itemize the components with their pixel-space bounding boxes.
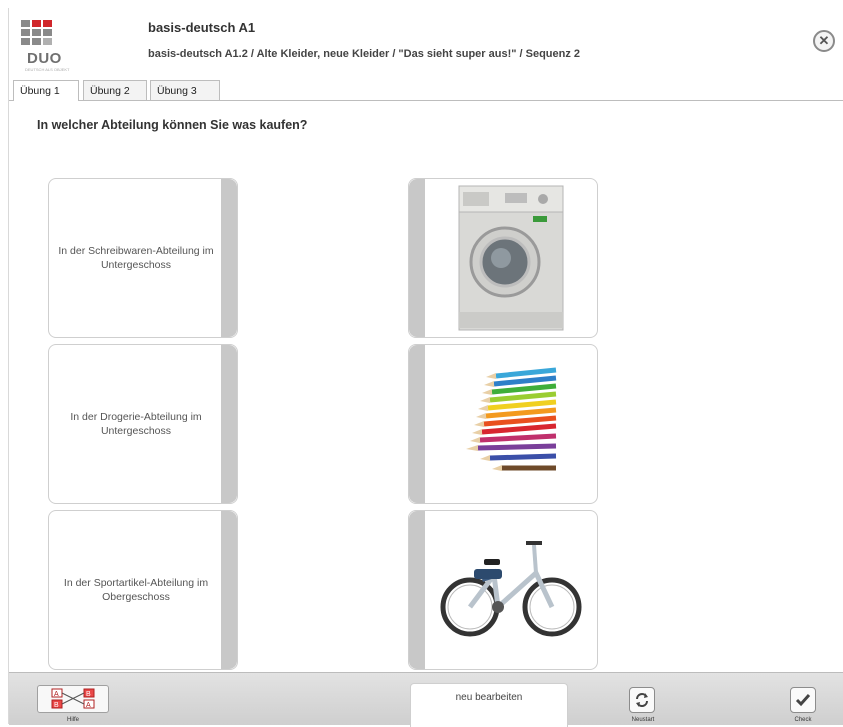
card-text: In der Sportartikel-Abteilung im Oberges… bbox=[63, 577, 209, 603]
drag-handle[interactable] bbox=[221, 511, 237, 669]
image-card-washing-machine[interactable] bbox=[408, 178, 598, 338]
refresh-icon bbox=[636, 693, 648, 707]
tab-uebung-1[interactable]: Übung 1 bbox=[13, 80, 79, 101]
svg-text:B: B bbox=[86, 691, 91, 698]
washing-machine-image bbox=[425, 179, 597, 337]
header: DUO DEUTSCH ALS OBJEKT basis-deutsch A1 … bbox=[9, 8, 843, 80]
close-icon: ✕ bbox=[818, 33, 830, 48]
drag-handle[interactable] bbox=[409, 179, 425, 337]
hilfe-button[interactable]: A B B A bbox=[37, 685, 109, 713]
check-label: Check bbox=[794, 717, 812, 723]
close-button[interactable]: ✕ bbox=[813, 30, 835, 52]
card-text: In der Schreibwaren-Abteilung im Unterge… bbox=[58, 245, 214, 271]
course-title: basis-deutsch A1 bbox=[148, 20, 256, 35]
text-card-sportartikel[interactable]: In der Sportartikel-Abteilung im Oberges… bbox=[48, 510, 238, 670]
image-card-bicycle[interactable] bbox=[408, 510, 598, 670]
breadcrumb: basis-deutsch A1.2 / Alte Kleider, neue … bbox=[148, 48, 581, 60]
app-window: DUO DEUTSCH ALS OBJEKT basis-deutsch A1 … bbox=[8, 8, 843, 727]
duo-logo: DUO DEUTSCH ALS OBJEKT bbox=[21, 20, 77, 72]
drag-handle[interactable] bbox=[221, 345, 237, 503]
tab-bar: Übung 1 Übung 2 Übung 3 bbox=[9, 80, 843, 101]
text-card-drogerie[interactable]: In der Drogerie-Abteilung im Untergescho… bbox=[48, 344, 238, 504]
neustart-button[interactable] bbox=[629, 687, 655, 713]
footer-toolbar: A B B A Hilfe neu bearbeiten Neustart Ch… bbox=[9, 672, 843, 727]
tab-uebung-2[interactable]: Übung 2 bbox=[83, 80, 147, 100]
drag-handle[interactable] bbox=[409, 511, 425, 669]
checkmark-icon bbox=[795, 694, 811, 707]
text-card-schreibwaren[interactable]: In der Schreibwaren-Abteilung im Unterge… bbox=[48, 178, 238, 338]
matching-help-icon: A B B A bbox=[51, 688, 95, 709]
neu-bearbeiten-button[interactable]: neu bearbeiten bbox=[410, 683, 568, 727]
svg-text:A: A bbox=[54, 691, 59, 698]
logo-subtext: DEUTSCH ALS OBJEKT bbox=[25, 67, 70, 72]
svg-text:B: B bbox=[54, 702, 59, 709]
image-card-colored-pencils[interactable] bbox=[408, 344, 598, 504]
neustart-label: Neustart bbox=[631, 717, 655, 723]
colored-pencils-image bbox=[425, 345, 597, 503]
hilfe-label: Hilfe bbox=[66, 717, 79, 723]
check-button[interactable] bbox=[790, 687, 816, 713]
svg-text:A: A bbox=[86, 702, 91, 709]
drag-handle[interactable] bbox=[221, 179, 237, 337]
tab-uebung-3[interactable]: Übung 3 bbox=[150, 80, 220, 100]
logo-text: DUO bbox=[27, 50, 62, 67]
question-text: In welcher Abteilung können Sie was kauf… bbox=[37, 118, 308, 132]
bicycle-image bbox=[425, 511, 597, 669]
card-text: In der Drogerie-Abteilung im Untergescho… bbox=[70, 411, 202, 437]
drag-handle[interactable] bbox=[409, 345, 425, 503]
